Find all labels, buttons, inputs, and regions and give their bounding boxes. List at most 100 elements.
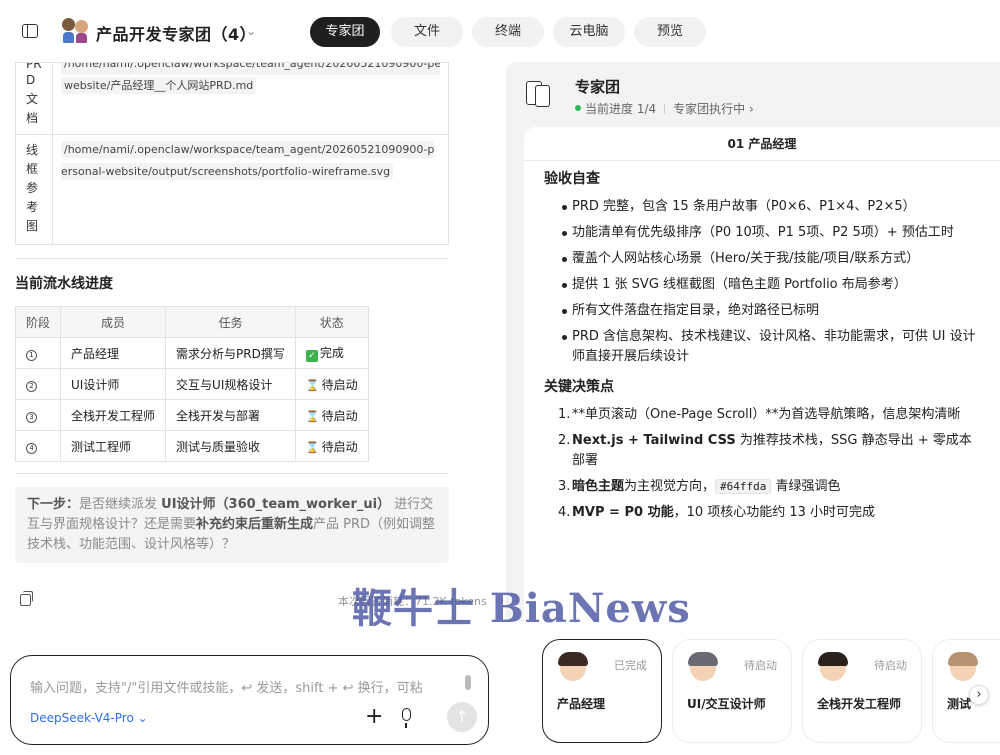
stage-cell: 2 (14, 368, 62, 400)
list-item: PRD 含信息架构、技术栈建议、设计风格、非功能需求，可供 UI 设计师直接开展… (544, 327, 980, 367)
agent-card-ui-designer[interactable]: 待启动 UI/交互设计师 (672, 639, 792, 743)
table-row: 4 测试工程师 测试与质量验收 ⌛ 待启动 (14, 430, 369, 462)
table-row: 1 产品经理 需求分析与PRD撰写 ✓ 完成 (14, 337, 369, 369)
next-step-box: 下一步：是否继续派发 UI设计师（360_team_worker_ui） 进行交… (15, 487, 449, 563)
document-table: PR D 文 档 /home/nami/.openclaw/workspace/… (15, 62, 449, 245)
list-item: 覆盖个人网站核心场景（Hero/关于我/技能/项目/联系方式） (544, 249, 980, 269)
task-cell: 全栈开发与部署 (165, 399, 296, 431)
status-cell: ✓ 完成 (294, 337, 369, 369)
list-item: 1. **单页滚动（One-Page Scroll）**为首选导航策略，信息架构清… (558, 407, 961, 422)
hourglass-icon: ⌛ (305, 409, 320, 423)
divider (15, 258, 449, 259)
table-row: PR D 文 档 /home/nami/.openclaw/workspace/… (15, 62, 449, 135)
member-report-card: 01 产品经理 验收自查 PRD 完整，包含 15 条用户故事（P0×6、P1×… (524, 127, 1000, 625)
task-cell: 交互与UI规格设计 (165, 368, 296, 400)
divider (15, 473, 449, 474)
agent-card-fullstack-engineer[interactable]: 待启动 全栈开发工程师 (802, 639, 922, 743)
wireframe-file-path[interactable]: /home/nami/.openclaw/workspace/team_agen… (61, 141, 435, 180)
task-cell: 需求分析与PRD撰写 (165, 337, 296, 369)
hourglass-icon: ⌛ (305, 378, 320, 392)
chevron-right-icon[interactable]: › (969, 685, 989, 705)
list-item: PRD 完整，包含 15 条用户故事（P0×6、P1×4、P2×5） (544, 197, 980, 217)
tab-preview[interactable]: 预览 (634, 17, 706, 47)
list-item: 2. Next.js + Tailwind CSS 为推荐技术栈，SSG 静态导出… (558, 433, 972, 468)
member-cell: 全栈开发工程师 (60, 399, 167, 431)
circled-number-icon: 1 (26, 349, 37, 361)
plus-icon[interactable]: + (365, 706, 383, 728)
stage-cell: 3 (14, 399, 62, 431)
doc-path-cell: /home/nami/.openclaw/workspace/team_agen… (52, 62, 449, 135)
decisions-heading: 关键决策点 (544, 379, 614, 395)
tab-files[interactable]: 文件 (391, 17, 463, 47)
chat-panel: PR D 文 档 /home/nami/.openclaw/workspace/… (0, 62, 500, 755)
top-bar: 产品开发专家团（4） ⌄ 专家团 文件 终端 云电脑 预览 (0, 0, 1000, 62)
agent-status: 待启动 (744, 659, 777, 672)
agent-card-product-manager[interactable]: 已完成 产品经理 (542, 639, 662, 743)
mic-icon[interactable] (402, 708, 411, 728)
list-item: 功能清单有优先级排序（P0 10项、P1 5项、P2 5项）+ 预估工时 (544, 223, 980, 243)
chat-input[interactable]: 输入问题，支持"/"引用文件或技能，↩ 发送，shift + ↩ 换行，可粘 (30, 677, 460, 696)
running-link[interactable]: 专家团执行中 › (673, 102, 754, 116)
agent-status: 已完成 (614, 659, 647, 672)
task-cell: 测试与质量验收 (165, 430, 296, 462)
copy-icon[interactable] (20, 591, 33, 606)
check-icon: ✓ (305, 350, 318, 362)
agent-carousel: 已完成 产品经理 待启动 UI/交互设计师 待启动 全栈开发工程师 测试 › (506, 622, 1000, 755)
team-avatar-icon (62, 18, 90, 44)
tab-expert-team[interactable]: 专家团 (310, 17, 380, 47)
circled-number-icon: 3 (26, 411, 37, 423)
status-dot-icon (575, 105, 581, 111)
acceptance-heading: 验收自查 (544, 171, 600, 187)
color-code: #64ffda (715, 479, 772, 494)
pipeline-table: 阶段 成员 任务 状态 1 产品经理 需求分析与PRD撰写 ✓ 完成 2 UI设计… (14, 306, 369, 462)
tab-cloud-pc[interactable]: 云电脑 (553, 17, 625, 47)
col-task: 任务 (165, 306, 296, 338)
decisions-list: 1. **单页滚动（One-Page Scroll）**为首选导航策略，信息架构清… (544, 405, 980, 523)
status-cell: ⌛ 待启动 (294, 368, 369, 400)
tab-terminal[interactable]: 终端 (472, 17, 544, 47)
member-cell: 产品经理 (60, 337, 167, 369)
circled-number-icon: 2 (26, 380, 37, 392)
agent-status: 待启动 (874, 659, 907, 672)
status-cell: ⌛ 待启动 (294, 430, 369, 462)
panel-title: 专家团 (575, 78, 621, 96)
list-item: 3. 暗色主题为主视觉方向， #64ffda 青绿强调色 (558, 479, 841, 494)
id-cards-icon (526, 81, 550, 107)
model-selector[interactable]: DeepSeek-V4-Pro ⌄ (30, 711, 148, 725)
card-body: 验收自查 PRD 完整，包含 15 条用户故事（P0×6、P1×4、P2×5） … (524, 161, 1000, 523)
acceptance-list: PRD 完整，包含 15 条用户故事（P0×6、P1×4、P2×5） 功能清单有… (544, 197, 980, 367)
chat-input-box[interactable]: 输入问题，支持"/"引用文件或技能，↩ 发送，shift + ↩ 换行，可粘 D… (10, 655, 489, 745)
pipeline-title: 当前流水线进度 (15, 276, 113, 292)
stage-cell: 4 (14, 430, 62, 462)
status-cell: ⌛ 待启动 (294, 399, 369, 431)
agent-name: 全栈开发工程师 (817, 697, 902, 711)
member-cell: 测试工程师 (60, 430, 167, 462)
agent-name: UI/交互设计师 (687, 697, 766, 711)
expert-team-panel: 专家团 当前进度 1/4 专家团执行中 › 01 产品经理 验收自查 PRD 完整… (506, 62, 1000, 755)
sidebar-toggle-icon[interactable] (22, 24, 38, 38)
col-status: 状态 (294, 306, 369, 338)
col-stage: 阶段 (14, 306, 62, 338)
send-button[interactable]: ↑ (447, 702, 477, 732)
progress-status: 当前进度 1/4 专家团执行中 › (575, 100, 754, 117)
agent-name: 产品经理 (557, 697, 606, 711)
table-row: 3 全栈开发工程师 全栈开发与部署 ⌛ 待启动 (14, 399, 369, 431)
prd-file-path[interactable]: website/产品经理__个人网站PRD.md (61, 77, 257, 94)
hourglass-icon: ⌛ (305, 440, 320, 454)
col-member: 成员 (60, 306, 167, 338)
list-item: 提供 1 张 SVG 线框截图（暗色主题 Portfolio 布局参考） (544, 275, 980, 295)
member-cell: UI设计师 (60, 368, 167, 400)
agent-card-tester[interactable]: 测试 (932, 639, 1000, 743)
stage-cell: 1 (14, 337, 62, 369)
table-row: 线 框 参 考 图 /home/nami/.openclaw/workspace… (15, 134, 449, 245)
token-usage: 本次回答消耗：71.2K tokens (338, 595, 487, 608)
card-title: 01 产品经理 (524, 127, 1000, 161)
agent-name: 测试 (947, 697, 972, 711)
list-item: 4. MVP = P0 功能，10 项核心功能约 13 小时可完成 (558, 505, 876, 520)
doc-key-prd: PR D 文 档 (15, 62, 53, 135)
doc-path-cell: /home/nami/.openclaw/workspace/team_agen… (52, 134, 449, 245)
input-scrollbar[interactable] (465, 675, 471, 690)
chevron-down-icon[interactable]: ⌄ (246, 24, 256, 38)
team-title[interactable]: 产品开发专家团（4） (96, 21, 256, 45)
table-header-row: 阶段 成员 任务 状态 (14, 306, 369, 338)
